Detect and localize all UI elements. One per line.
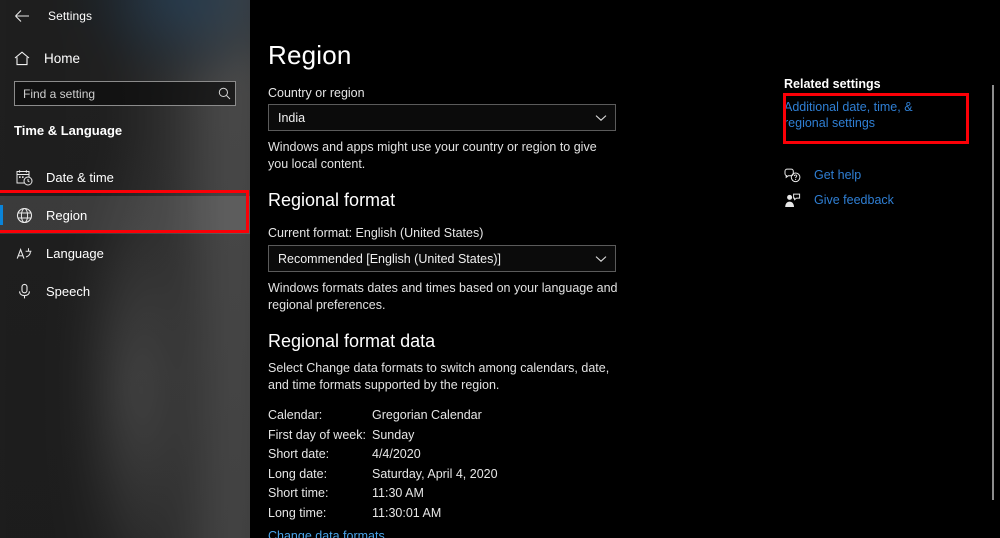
regional-format-heading: Regional format <box>268 190 396 210</box>
sidebar-item-label: Speech <box>46 283 91 299</box>
sidebar-item-label: Date & time <box>46 169 114 185</box>
get-help-label: Get help <box>814 168 862 182</box>
search-icon[interactable] <box>213 87 235 100</box>
home-label: Home <box>44 50 81 66</box>
give-feedback-label: Give feedback <box>814 193 894 207</box>
regional-format-data-help-text: Select Change data formats to switch amo… <box>268 361 610 392</box>
table-row: Long date: Saturday, April 4, 2020 <box>268 467 498 487</box>
country-or-region-label: Country or region <box>268 86 365 100</box>
table-row: Short time: 11:30 AM <box>268 486 498 506</box>
row-value: Saturday, April 4, 2020 <box>372 466 498 481</box>
row-key: Long date: <box>268 466 328 481</box>
row-value: 11:30:01 AM <box>372 505 442 520</box>
feedback-person-icon <box>784 191 806 209</box>
row-value: Sunday <box>372 427 415 442</box>
content-scrollbar[interactable] <box>990 0 996 538</box>
additional-date-time-regional-settings-link[interactable]: Additional date, time, & regional settin… <box>784 99 960 131</box>
row-key: First day of week: <box>268 427 366 442</box>
search-input[interactable] <box>15 86 213 101</box>
country-or-region-value: India <box>278 110 306 125</box>
row-value: Gregorian Calendar <box>372 408 482 422</box>
related-settings-heading: Related settings <box>784 77 881 91</box>
regional-format-data-table: Calendar: Gregorian Calendar First day o… <box>268 408 498 525</box>
sidebar-nav: Date & time Region Language Speech <box>0 158 250 310</box>
row-value: 11:30 AM <box>372 486 424 500</box>
table-row: First day of week: Sunday <box>268 428 498 448</box>
search-box[interactable] <box>14 81 236 106</box>
current-format-label: Current format: English (United States) <box>268 226 484 240</box>
sidebar: Settings Home Find a setting Time & Lang… <box>0 0 250 538</box>
home-icon <box>14 50 36 66</box>
sidebar-item-speech[interactable]: Speech <box>0 272 250 310</box>
sidebar-item-home[interactable]: Home <box>0 44 250 72</box>
regional-format-value: Recommended [English (United States)] <box>278 251 502 266</box>
help-bubble-icon <box>784 166 806 184</box>
regional-format-dropdown[interactable]: Recommended [English (United States)] <box>268 245 616 272</box>
language-icon <box>14 243 34 263</box>
globe-icon <box>14 205 34 225</box>
calendar-clock-icon <box>14 167 34 187</box>
give-feedback-link[interactable]: Give feedback <box>784 191 894 209</box>
chevron-down-icon <box>595 114 607 122</box>
app-title: Settings <box>48 9 93 23</box>
sidebar-item-label: Region <box>46 207 88 223</box>
table-row: Long time: 11:30:01 AM <box>268 506 498 526</box>
settings-window: Settings Home Find a setting Time & Lang… <box>0 0 1000 538</box>
microphone-icon <box>14 281 34 301</box>
get-help-link[interactable]: Get help <box>784 166 861 184</box>
sidebar-item-language[interactable]: Language <box>0 234 250 272</box>
row-key: Calendar: <box>268 408 323 422</box>
row-key: Short date: <box>268 447 330 461</box>
chevron-down-icon <box>595 255 607 263</box>
sidebar-item-label: Language <box>46 245 104 261</box>
scrollbar-thumb[interactable] <box>992 85 994 500</box>
table-row: Calendar: Gregorian Calendar <box>268 408 498 428</box>
titlebar: Settings <box>0 0 250 32</box>
sidebar-item-date-time[interactable]: Date & time <box>0 158 250 196</box>
row-key: Short time: <box>268 486 329 500</box>
row-key: Long time: <box>268 505 327 520</box>
country-or-region-help-text: Windows and apps might use your country … <box>268 140 597 171</box>
regional-format-help-text: Windows formats dates and times based on… <box>268 281 618 312</box>
regional-format-data-heading: Regional format data <box>268 331 436 351</box>
country-or-region-dropdown[interactable]: India <box>268 104 616 131</box>
table-row: Short date: 4/4/2020 <box>268 447 498 467</box>
change-data-formats-link[interactable]: Change data formats <box>268 529 385 538</box>
back-arrow-icon[interactable] <box>0 1 44 31</box>
sidebar-category-title: Time & Language <box>14 123 123 138</box>
sidebar-item-region[interactable]: Region <box>0 196 250 234</box>
page-title: Region <box>268 40 352 70</box>
row-value: 4/4/2020 <box>372 447 421 461</box>
content-pane: Region Country or region India Windows a… <box>250 0 1000 538</box>
